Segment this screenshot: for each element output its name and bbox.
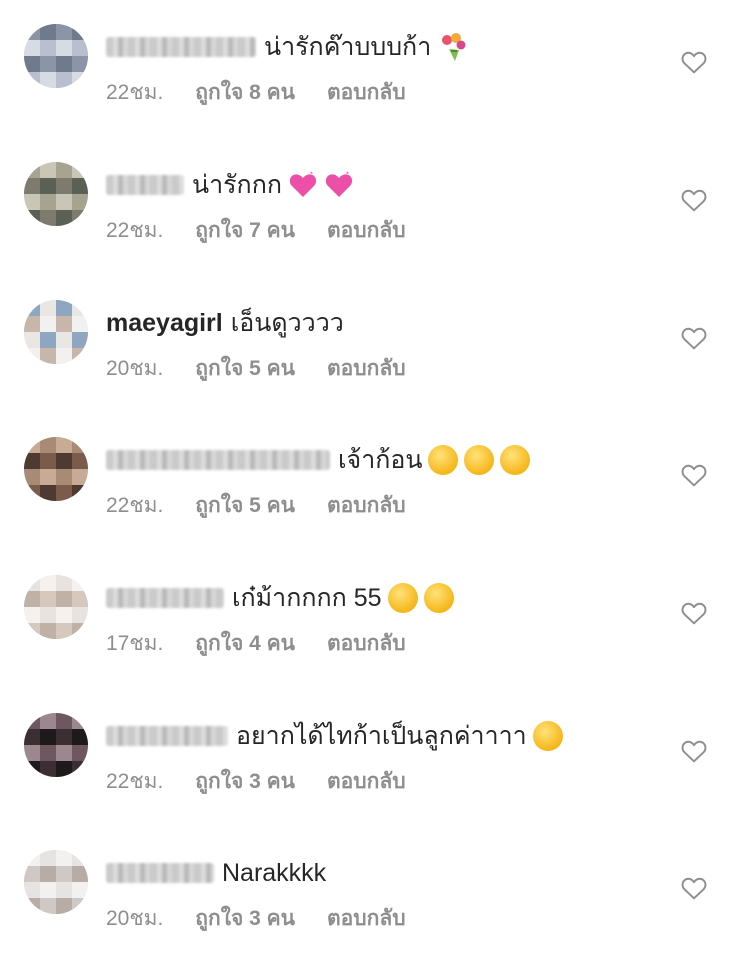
comment-time: 22ชม.	[106, 81, 164, 104]
comment-row: น่ารักกก 22ชม. ถูกใจ 7 คน ตอบกลับ	[0, 150, 750, 270]
comment-text: น่ารักค๊าบบบก้า	[264, 33, 432, 61]
likes-count[interactable]: ถูกใจ 3 คน	[195, 907, 295, 930]
comment-meta: 17ชม. ถูกใจ 4 คน ตอบกลับ	[106, 627, 438, 660]
comment-row: เจ้าก้อน 22ชม. ถูกใจ 5 คน ตอบกลับ	[0, 425, 750, 545]
likes-count[interactable]: ถูกใจ 7 คน	[195, 219, 295, 242]
reply-button[interactable]: ตอบกลับ	[327, 770, 406, 793]
username-redacted[interactable]	[106, 450, 330, 470]
reply-button[interactable]: ตอบกลับ	[327, 81, 406, 104]
avatar[interactable]	[24, 713, 88, 777]
like-heart-icon[interactable]	[681, 463, 707, 487]
comment-text: เจ้าก้อน	[338, 446, 423, 474]
reply-button[interactable]: ตอบกลับ	[327, 494, 406, 517]
comment-row: maeyagirl เอ็นดูวววว 20ชม. ถูกใจ 5 คน ตอบกลั…	[0, 288, 750, 408]
smiley-emoji-icon	[387, 583, 418, 613]
smiley-emoji-icon	[464, 445, 495, 475]
smiley-emoji-icon	[532, 721, 563, 751]
comment-body: เก๋ม้ากกกก 55	[106, 581, 454, 615]
comment-row: อยากได้ไทก้าเป็นลูกค่าาาา 22ชม. ถูกใจ 3 คน…	[0, 701, 750, 821]
comment-time: 22ชม.	[106, 494, 164, 517]
username[interactable]: maeyagirl	[106, 306, 223, 340]
likes-count[interactable]: ถูกใจ 3 คน	[195, 770, 295, 793]
comment-meta: 22ชม. ถูกใจ 7 คน ตอบกลับ	[106, 214, 438, 247]
comment-text: Narakkkk	[222, 859, 327, 887]
like-heart-icon[interactable]	[681, 739, 707, 763]
comment-row: Narakkkk 20ชม. ถูกใจ 3 คน ตอบกลับ	[0, 838, 750, 958]
username-redacted[interactable]	[106, 863, 214, 883]
comment-time: 17ชม.	[106, 632, 164, 655]
comment-text: เอ็นดูวววว	[230, 309, 344, 337]
comment-body: เจ้าก้อน	[106, 443, 531, 477]
comment-row: เก๋ม้ากกกก 55 17ชม. ถูกใจ 4 คน ตอบกลับ	[0, 563, 750, 683]
avatar[interactable]	[24, 300, 88, 364]
smiley-emoji-icon	[428, 445, 459, 475]
like-heart-icon[interactable]	[681, 876, 707, 900]
likes-count[interactable]: ถูกใจ 4 คน	[195, 632, 295, 655]
comment-time: 22ชม.	[106, 770, 164, 793]
avatar[interactable]	[24, 24, 88, 88]
comment-body: น่ารักค๊าบบบก้า	[106, 30, 469, 64]
comment-time: 20ชม.	[106, 907, 164, 930]
comment-meta: 22ชม. ถูกใจ 8 คน ตอบกลับ	[106, 76, 438, 109]
comment-meta: 20ชม. ถูกใจ 3 คน ตอบกลับ	[106, 902, 438, 935]
likes-count[interactable]: ถูกใจ 8 คน	[195, 81, 295, 104]
likes-count[interactable]: ถูกใจ 5 คน	[195, 357, 295, 380]
avatar[interactable]	[24, 575, 88, 639]
reply-button[interactable]: ตอบกลับ	[327, 219, 406, 242]
smiley-emoji-icon	[423, 583, 454, 613]
comment-list: น่ารักค๊าบบบก้า 22ชม. ถูกใจ 8 คน ตอบกลับ น่า…	[0, 0, 750, 931]
comment-meta: 22ชม. ถูกใจ 5 คน ตอบกลับ	[106, 489, 438, 522]
comment-text: เก๋ม้ากกกก 55	[232, 584, 382, 612]
likes-count[interactable]: ถูกใจ 5 คน	[195, 494, 295, 517]
like-heart-icon[interactable]	[681, 188, 707, 212]
comment-row: น่ารักค๊าบบบก้า 22ชม. ถูกใจ 8 คน ตอบกลับ	[0, 12, 750, 132]
comment-body: Narakkkk	[106, 856, 326, 890]
bouquet-emoji-icon	[437, 31, 469, 63]
like-heart-icon[interactable]	[681, 50, 707, 74]
like-heart-icon[interactable]	[681, 326, 707, 350]
pink-heart-emoji-icon	[324, 171, 354, 199]
avatar[interactable]	[24, 437, 88, 501]
comment-meta: 22ชม. ถูกใจ 3 คน ตอบกลับ	[106, 765, 438, 798]
reply-button[interactable]: ตอบกลับ	[327, 632, 406, 655]
avatar[interactable]	[24, 850, 88, 914]
avatar[interactable]	[24, 162, 88, 226]
comment-text: อยากได้ไทก้าเป็นลูกค่าาาา	[236, 722, 527, 750]
comment-body: น่ารักกก	[106, 168, 354, 202]
comment-body: maeyagirl เอ็นดูวววว	[106, 306, 344, 340]
username-redacted[interactable]	[106, 726, 228, 746]
like-heart-icon[interactable]	[681, 601, 707, 625]
comment-meta: 20ชม. ถูกใจ 5 คน ตอบกลับ	[106, 352, 438, 385]
username-redacted[interactable]	[106, 588, 224, 608]
username-redacted[interactable]	[106, 37, 256, 57]
reply-button[interactable]: ตอบกลับ	[327, 907, 406, 930]
reply-button[interactable]: ตอบกลับ	[327, 357, 406, 380]
comment-body: อยากได้ไทก้าเป็นลูกค่าาาา	[106, 719, 563, 753]
comment-time: 22ชม.	[106, 219, 164, 242]
comment-text: น่ารักกก	[192, 171, 282, 199]
username-redacted[interactable]	[106, 175, 184, 195]
comment-time: 20ชม.	[106, 357, 164, 380]
pink-heart-emoji-icon	[288, 171, 318, 199]
smiley-emoji-icon	[500, 445, 531, 475]
